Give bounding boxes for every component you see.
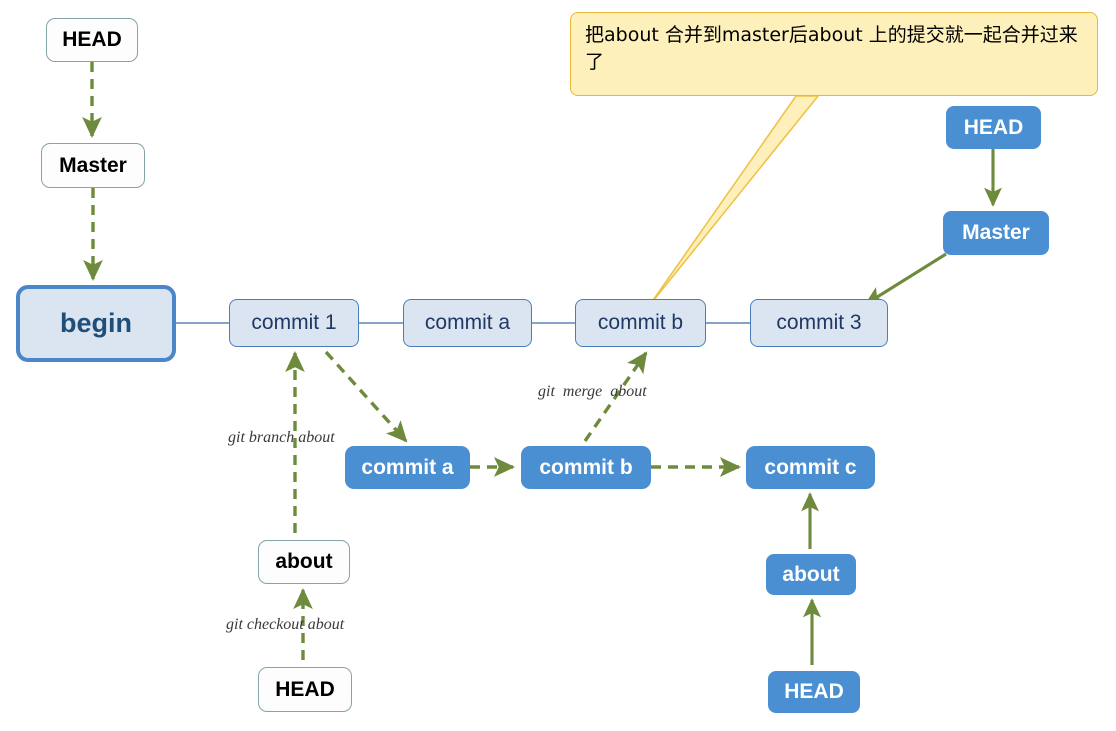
node-commit-a-master[interactable]: commit a bbox=[403, 299, 532, 347]
node-label: Master bbox=[59, 153, 127, 177]
node-head-left[interactable]: HEAD bbox=[46, 18, 138, 62]
node-begin[interactable]: begin bbox=[16, 285, 176, 362]
node-label: begin bbox=[60, 307, 132, 338]
node-label: about bbox=[782, 562, 840, 586]
node-head-right[interactable]: HEAD bbox=[946, 106, 1041, 149]
callout-tail bbox=[648, 95, 820, 307]
edge-label-git-merge-about: git merge about bbox=[538, 383, 647, 400]
edge-commit-1-to-commit-a-branch bbox=[324, 350, 408, 443]
node-label: commit 3 bbox=[776, 311, 862, 335]
node-commit-3[interactable]: commit 3 bbox=[750, 299, 888, 347]
callout-note: 把about 合并到master后about 上的提交就一起合并过来了 bbox=[570, 12, 1098, 96]
node-label: commit 1 bbox=[251, 311, 337, 335]
node-label: commit a bbox=[361, 455, 454, 479]
node-label: HEAD bbox=[963, 115, 1024, 139]
node-label: commit b bbox=[597, 311, 684, 335]
node-commit-a-branch[interactable]: commit a bbox=[345, 446, 470, 489]
diagram-canvas: 把about 合并到master后about 上的提交就一起合并过来了 HEAD… bbox=[0, 0, 1116, 731]
node-head-bottom-right[interactable]: HEAD bbox=[768, 671, 860, 713]
node-label: HEAD bbox=[62, 28, 122, 52]
dashed-green-edges bbox=[82, 62, 742, 660]
node-head-bottom-left[interactable]: HEAD bbox=[258, 667, 352, 712]
edge-label-git-branch-about: git branch about bbox=[228, 429, 335, 446]
node-master-left[interactable]: Master bbox=[41, 143, 145, 188]
node-label: commit c bbox=[764, 455, 857, 479]
node-about-right[interactable]: about bbox=[766, 554, 856, 595]
node-master-right[interactable]: Master bbox=[943, 211, 1049, 255]
edge-label-git-checkout-about: git checkout about bbox=[226, 616, 345, 633]
node-commit-c-branch[interactable]: commit c bbox=[746, 446, 875, 489]
node-about-left[interactable]: about bbox=[258, 540, 350, 584]
node-label: commit b bbox=[539, 455, 633, 479]
node-label: Master bbox=[962, 221, 1030, 245]
node-label: HEAD bbox=[784, 680, 844, 704]
node-commit-b-master[interactable]: commit b bbox=[575, 299, 706, 347]
callout-text: 把about 合并到master后about 上的提交就一起合并过来了 bbox=[585, 24, 1078, 73]
node-commit-1[interactable]: commit 1 bbox=[229, 299, 359, 347]
node-label: commit a bbox=[424, 311, 511, 335]
node-commit-b-branch[interactable]: commit b bbox=[521, 446, 651, 489]
node-label: about bbox=[275, 550, 333, 574]
edge-master-right-to-commit-3 bbox=[864, 252, 947, 306]
node-label: HEAD bbox=[275, 677, 335, 701]
